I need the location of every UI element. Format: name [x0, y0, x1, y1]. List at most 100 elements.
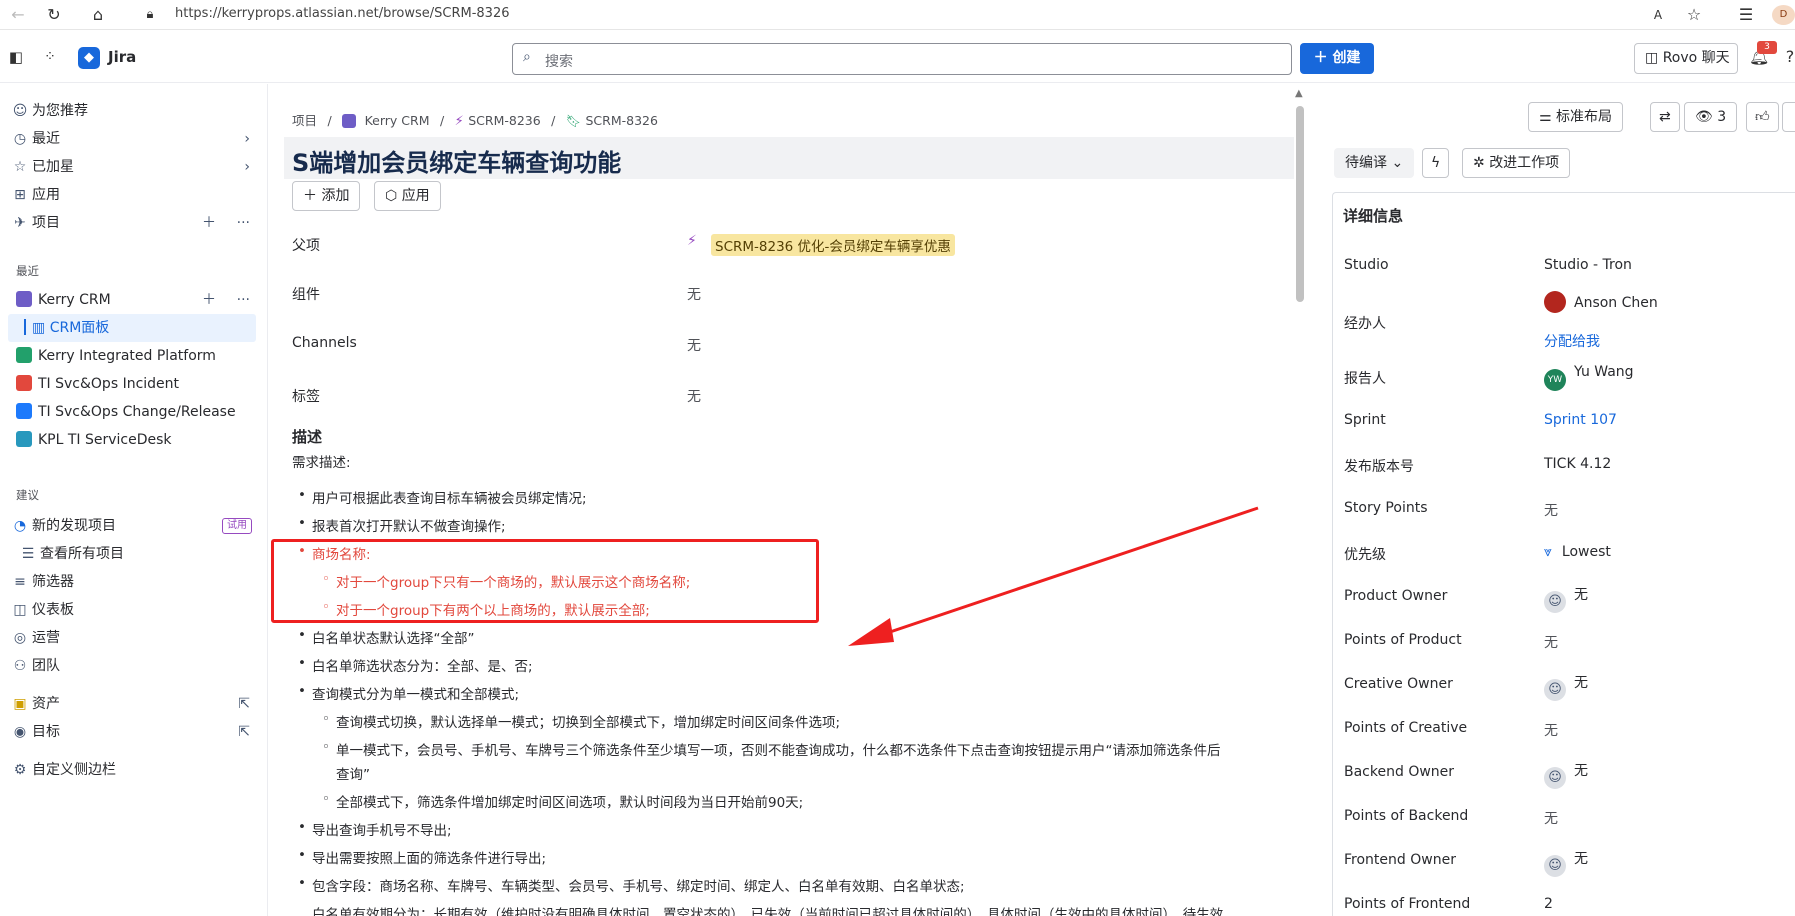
more-icon[interactable]: ··· — [237, 209, 250, 237]
app-name[interactable]: Jira — [108, 48, 136, 66]
detail-value-points-backend[interactable]: 无 — [1544, 808, 1558, 828]
sidebar-item-starred[interactable]: ☆ 已加星 › — [8, 153, 256, 181]
detail-value-points-creative[interactable]: 无 — [1544, 720, 1558, 740]
site-info-icon[interactable]: 🔒︎ — [140, 5, 160, 25]
sidebar-project-servicedesk[interactable]: KPL TI ServiceDesk — [8, 426, 256, 454]
field-labels-value[interactable]: 无 — [687, 386, 701, 406]
status-dropdown[interactable]: 待编译 ⌄ — [1334, 148, 1415, 178]
rovo-chat-button[interactable]: ◫ Rovo 聊天 — [1634, 43, 1738, 74]
improve-issue-button[interactable]: ✲ 改进工作项 — [1462, 148, 1571, 178]
more-icon[interactable]: ··· — [237, 286, 250, 314]
sidebar-item-for-you[interactable]: ☺ 为您推荐 — [8, 97, 256, 125]
rocket-icon: ✈ — [14, 215, 26, 231]
help-icon[interactable]: ? — [1780, 47, 1795, 67]
list-item: 查询模式分为单一模式和全部模式; — [298, 683, 519, 703]
add-icon[interactable]: ＋ — [202, 286, 216, 314]
eye-icon: 👁︎ — [1695, 109, 1718, 125]
assign-to-me-link[interactable]: 分配给我 — [1544, 331, 1600, 351]
add-button[interactable]: ＋ 添加 — [292, 181, 361, 211]
create-button[interactable]: ＋ 创建 — [1300, 43, 1374, 74]
sidebar-item-assets[interactable]: ▣ 资产 ⇱ — [8, 690, 256, 718]
detail-value-points-product[interactable]: 无 — [1544, 632, 1558, 652]
profile-avatar[interactable]: D — [1772, 5, 1795, 25]
breadcrumb-parent[interactable]: SCRM-8236 — [468, 113, 540, 128]
external-link-icon[interactable]: ⇱ — [238, 690, 250, 718]
detail-value-fix-version[interactable]: TICK 4.12 — [1544, 456, 1611, 472]
detail-value-assignee[interactable]: Anson Chen — [1544, 291, 1658, 313]
external-link-icon[interactable]: ⇱ — [238, 718, 250, 746]
like-button[interactable]: 👍︎ — [1746, 102, 1779, 132]
chevron-right-icon[interactable]: › — [244, 153, 250, 181]
reporter-name: Yu Wang — [1574, 364, 1634, 380]
field-parent-label: 父项 — [292, 238, 320, 254]
sidebar-item-filters[interactable]: ≡ 筛选器 — [8, 568, 256, 596]
detail-value-product-owner[interactable]: ☺ 无 — [1544, 584, 1588, 613]
detail-label: Creative Owner — [1344, 676, 1453, 692]
sidebar-project-change-release[interactable]: TI Svc&Ops Change/Release — [8, 398, 256, 426]
sidebar-item-teams[interactable]: ⚇ 团队 — [8, 652, 256, 680]
sidebar-item-all-projects[interactable]: ☰ 查看所有项目 — [8, 540, 256, 568]
sidebar-item-apps[interactable]: ⊞ 应用 — [8, 181, 256, 209]
assets-icon: ▣ — [13, 696, 27, 712]
detail-value-story-points[interactable]: 无 — [1544, 500, 1558, 520]
priority-lowest-icon: ⩔ — [1544, 544, 1552, 560]
app-switcher-icon[interactable]: ⁘ — [40, 47, 60, 67]
read-aloud-icon[interactable]: A — [1648, 5, 1668, 25]
sidebar-item-goals[interactable]: ◉ 目标 ⇱ — [8, 718, 256, 746]
sidebar-item-new-discovery[interactable]: ◔ 新的发现项目 试用 — [8, 512, 256, 540]
detail-value-frontend-owner[interactable]: ☺ 无 — [1544, 848, 1588, 877]
search-input[interactable]: ⌕ 搜索 — [512, 43, 1292, 75]
detail-value-sprint[interactable]: Sprint 107 — [1544, 412, 1617, 428]
detail-value-studio[interactable]: Studio - Tron — [1544, 257, 1632, 273]
detail-value-priority[interactable]: ⩔ Lowest — [1544, 544, 1611, 560]
empty-user-icon: ☺ — [1544, 855, 1566, 877]
layout-button[interactable]: ⚌ 标准布局 — [1528, 102, 1624, 132]
scroll-up-icon[interactable]: ▲ — [1295, 88, 1303, 99]
story-icon: 🔖︎ — [565, 114, 582, 128]
detail-label: Story Points — [1344, 500, 1428, 516]
scroll-thumb[interactable] — [1296, 106, 1304, 302]
chevron-right-icon[interactable]: › — [244, 125, 250, 153]
field-channels-value[interactable]: 无 — [687, 335, 701, 355]
breadcrumb-projects[interactable]: 项目 — [292, 113, 317, 128]
share-button[interactable]: ⇄ — [1650, 102, 1680, 132]
sidebar-item-label: 仪表板 — [32, 602, 74, 618]
clock-icon: ◷ — [13, 131, 27, 147]
sidebar-item-projects[interactable]: ✈ 项目 ＋ ··· — [8, 209, 256, 237]
watch-button[interactable]: 👁︎ 3 — [1684, 102, 1738, 132]
sidebar-toggle-icon[interactable]: ◧ — [6, 47, 26, 67]
sidebar-item-dashboards[interactable]: ◫ 仪表板 — [8, 596, 256, 624]
details-heading[interactable]: 详细信息 — [1343, 205, 1403, 226]
issue-title[interactable]: S端增加会员绑定车辆查询功能 — [292, 143, 621, 178]
sidebar-item-crm-board[interactable]: ▥ CRM面板 — [8, 314, 256, 342]
favorite-star-icon[interactable]: ☆ — [1684, 5, 1704, 25]
breadcrumb-current[interactable]: SCRM-8326 — [586, 113, 658, 128]
more-actions-button[interactable] — [1782, 102, 1795, 132]
apps-button[interactable]: ⬡ 应用 — [374, 181, 441, 211]
sidebar-project-incident[interactable]: TI Svc&Ops Incident — [8, 370, 256, 398]
project-avatar-icon — [16, 347, 32, 363]
detail-value-points-frontend[interactable]: 2 — [1544, 896, 1553, 912]
project-avatar-icon — [16, 291, 32, 307]
sidebar-item-recent[interactable]: ◷ 最近 › — [8, 125, 256, 153]
breadcrumb-project[interactable]: Kerry CRM — [365, 113, 430, 128]
jira-logo-icon[interactable]: ◆ — [78, 47, 100, 69]
favorites-icon[interactable]: ☰ — [1736, 5, 1756, 25]
sidebar-item-customize[interactable]: ⚙ 自定义侧边栏 — [8, 756, 256, 784]
home-icon[interactable]: ⌂ — [88, 5, 108, 25]
sidebar-project-kerry-crm[interactable]: Kerry CRM ＋ ··· — [8, 286, 256, 314]
detail-value-backend-owner[interactable]: ☺ 无 — [1544, 760, 1588, 789]
parent-link[interactable]: SCRM-8236 优化-会员绑定车辆享优惠 — [711, 234, 955, 256]
title-container[interactable]: S端增加会员绑定车辆查询功能 — [284, 137, 1294, 179]
automation-button[interactable]: ϟ — [1422, 148, 1450, 178]
detail-value-creative-owner[interactable]: ☺ 无 — [1544, 672, 1588, 701]
back-icon[interactable]: ← — [8, 5, 28, 25]
reload-icon[interactable]: ↻ — [44, 5, 64, 25]
sidebar-item-label: 应用 — [32, 187, 60, 203]
sidebar-project-kip[interactable]: Kerry Integrated Platform — [8, 342, 256, 370]
detail-value-reporter[interactable]: YW Yu Wang — [1544, 364, 1634, 391]
main-scrollbar[interactable]: ▲ — [1294, 88, 1306, 916]
sidebar-item-operations[interactable]: ◎ 运营 — [8, 624, 256, 652]
add-project-icon[interactable]: ＋ — [202, 209, 216, 237]
field-component-value[interactable]: 无 — [687, 284, 701, 304]
